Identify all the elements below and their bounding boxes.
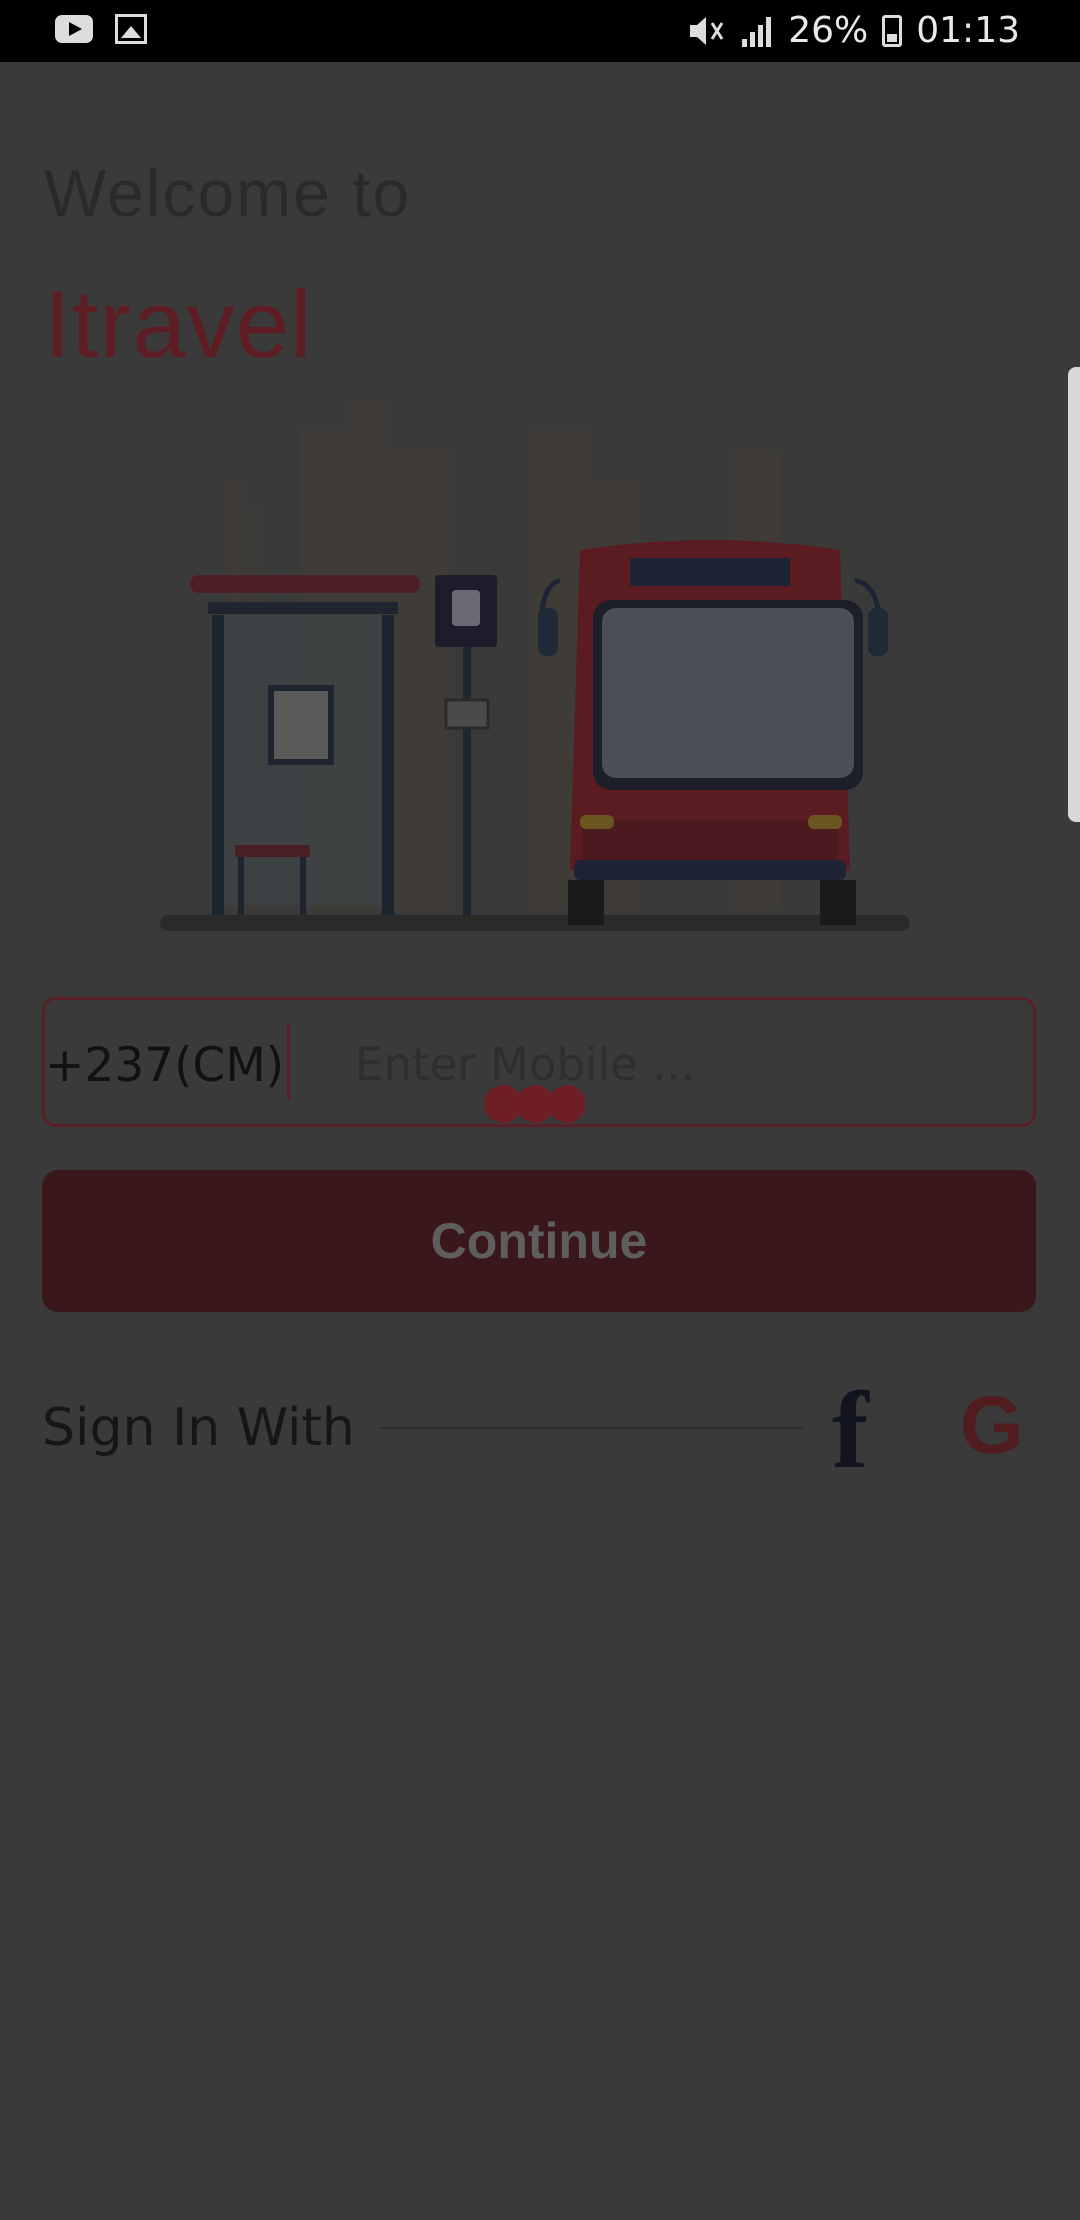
bus [538, 540, 888, 925]
app-name: Itravel [44, 271, 313, 378]
continue-button[interactable]: Continue [42, 1170, 1036, 1312]
notification-icons [55, 14, 147, 44]
mute-icon [690, 16, 724, 45]
sign-in-with-label: Sign In With [42, 1398, 355, 1458]
edge-panel-handle[interactable] [1068, 367, 1080, 822]
welcome-text: Welcome to [44, 156, 412, 230]
bus-stop-illustration [160, 400, 910, 931]
text-cursor-handle[interactable] [484, 1085, 586, 1123]
battery-percent: 26% [788, 10, 869, 51]
status-bar: 26% 01:13 [0, 0, 1080, 62]
clock: 01:13 [916, 10, 1020, 51]
gallery-icon [115, 14, 147, 44]
sign-in-divider [378, 1427, 803, 1429]
system-icons: 26% 01:13 [686, 10, 1020, 51]
battery-icon [882, 14, 903, 47]
bus-shelter [190, 575, 420, 915]
country-code-divider [287, 1024, 290, 1100]
google-icon[interactable]: G [960, 1385, 1024, 1467]
facebook-icon[interactable]: f [832, 1375, 869, 1485]
country-code-selector[interactable]: +237(CM) [45, 1038, 284, 1093]
mobile-number-input[interactable] [355, 1020, 975, 1108]
signal-icon [742, 16, 772, 47]
youtube-icon [55, 15, 93, 43]
